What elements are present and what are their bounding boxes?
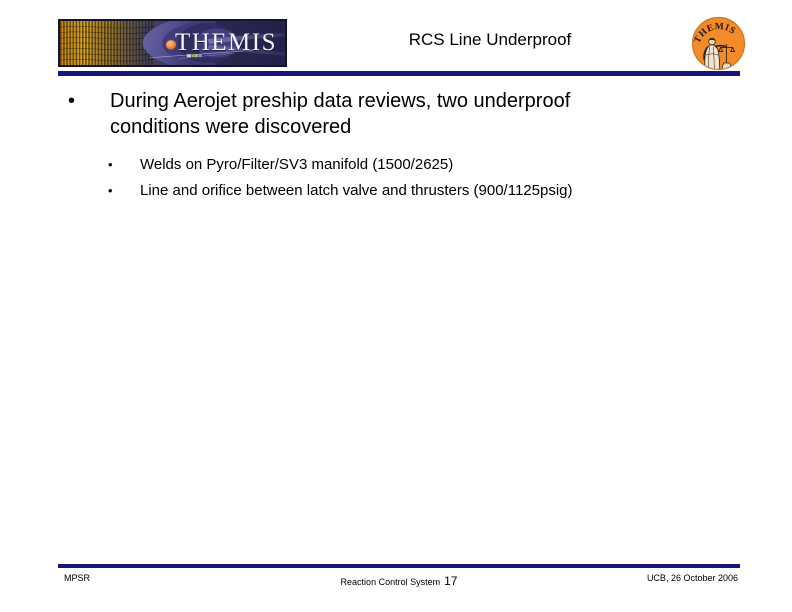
bullet-level2-text: Line and orifice between latch valve and… [140,181,573,199]
bullet-level2-text: Welds on Pyro/Filter/SV3 manifold (1500/… [140,155,454,173]
slide-root: THEMIS RCS Line Underproof THEMIS • Duri… [0,0,792,612]
slide-header: THEMIS RCS Line Underproof THEMIS [0,0,792,80]
page-number: 17 [444,574,458,588]
themis-banner-logo: THEMIS [58,19,287,67]
slide-body: • During Aerojet preship data reviews, t… [0,88,792,207]
page-title: RCS Line Underproof [408,30,572,49]
footer-right-text: UCB, 26 October 2006 [646,573,738,583]
bullet-marker: • [68,90,76,112]
themis-scales-seal-icon: THEMIS [691,16,746,71]
sub-bullet-list: • Welds on Pyro/Filter/SV3 manifold (150… [0,155,792,201]
bullet-level1-text: During Aerojet preship data reviews, two… [110,90,571,139]
footer-center-group: Reaction Control System 17 [58,572,740,590]
sub-bullet-marker: • [108,182,113,198]
themis-banner-wordmark: THEMIS [174,29,277,56]
bullet-level2: • Line and orifice between latch valve a… [0,181,792,201]
bullet-level1: • During Aerojet preship data reviews, t… [0,88,792,141]
sub-bullet-marker: • [108,156,113,172]
footer-divider-rule [58,564,740,568]
footer-subject-label: Reaction Control System [340,577,441,587]
bullet-level2: • Welds on Pyro/Filter/SV3 manifold (150… [0,155,792,175]
header-divider-rule [58,71,740,76]
slide-footer: MPSR Reaction Control System 17 UCB, 26 O… [58,572,740,592]
